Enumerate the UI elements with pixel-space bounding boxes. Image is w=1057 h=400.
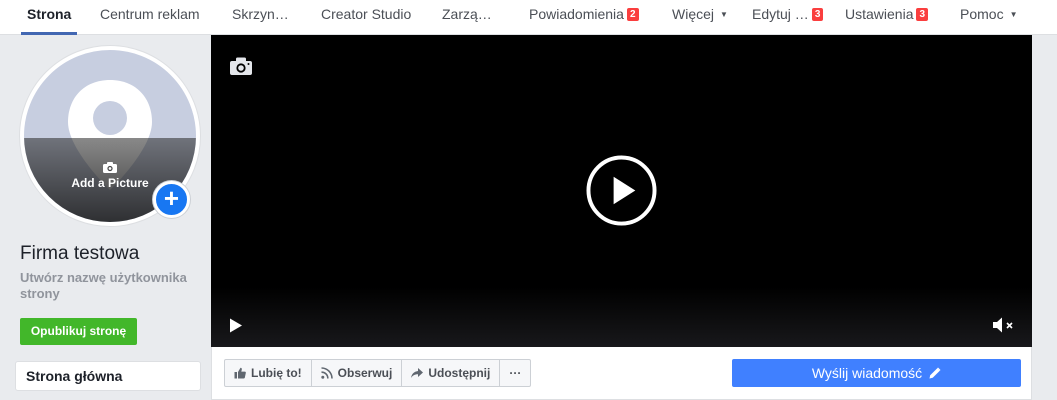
- send-message-button[interactable]: Wyślij wiadomość: [732, 359, 1021, 387]
- ellipsis-icon: ···: [509, 366, 522, 380]
- plus-icon: +: [163, 183, 180, 213]
- nav-tab-notifications[interactable]: Powiadomienia 2: [529, 0, 639, 35]
- nav-tab-more[interactable]: Więcej ▼: [672, 0, 728, 35]
- nav-tab-inbox[interactable]: Skrzyn…: [232, 0, 289, 35]
- sidebar-item-home[interactable]: Strona główna: [15, 361, 201, 391]
- nav-tab-creator-studio[interactable]: Creator Studio: [321, 0, 411, 35]
- edit-badge: 3: [811, 8, 824, 21]
- settings-badge: 3: [916, 8, 929, 21]
- thumbs-up-icon: [234, 367, 246, 379]
- caret-down-icon: ▼: [1009, 10, 1018, 19]
- play-icon[interactable]: [586, 155, 657, 226]
- create-username-link[interactable]: Utwórz nazwę użytkownika strony: [20, 270, 210, 302]
- nav-tab-help[interactable]: Pomoc ▼: [960, 0, 1018, 35]
- cover-video[interactable]: [211, 35, 1032, 347]
- nav-tab-settings[interactable]: Ustawienia 3: [845, 0, 929, 35]
- nav-tab-edit[interactable]: Edytuj … 3: [752, 0, 824, 35]
- publish-page-button[interactable]: Opublikuj stronę: [20, 318, 137, 345]
- play-icon[interactable]: [229, 318, 243, 333]
- video-controls-gradient: [211, 287, 1032, 347]
- nav-tab-strona[interactable]: Strona: [20, 0, 78, 35]
- nav-tab-manage[interactable]: Zarzą…: [442, 0, 492, 35]
- page-gutter: [1032, 35, 1057, 400]
- page-top-nav: Strona Centrum reklam Skrzyn… Creator St…: [0, 0, 1057, 35]
- page-title: Firma testowa: [20, 243, 140, 264]
- follow-button[interactable]: Obserwuj: [310, 359, 403, 387]
- pencil-icon: [929, 367, 941, 379]
- page-actions-group: Lubię to! Obserwuj Udostępnij ···: [224, 359, 532, 387]
- like-button[interactable]: Lubię to!: [224, 359, 312, 387]
- camera-icon: [103, 162, 117, 173]
- page-action-bar: Lubię to! Obserwuj Udostępnij ··· Wyślij…: [211, 347, 1032, 400]
- caret-down-icon: ▼: [720, 10, 728, 19]
- mute-icon[interactable]: [992, 315, 1016, 335]
- more-options-button[interactable]: ···: [499, 359, 532, 387]
- nav-tab-ads-center[interactable]: Centrum reklam: [100, 0, 200, 35]
- camera-icon[interactable]: [230, 57, 252, 75]
- add-picture-button[interactable]: +: [153, 181, 190, 218]
- share-arrow-icon: [411, 367, 424, 378]
- notifications-badge: 2: [626, 8, 639, 21]
- rss-icon: [320, 367, 333, 379]
- add-picture-label: Add a Picture: [71, 176, 149, 190]
- share-button[interactable]: Udostępnij: [401, 359, 501, 387]
